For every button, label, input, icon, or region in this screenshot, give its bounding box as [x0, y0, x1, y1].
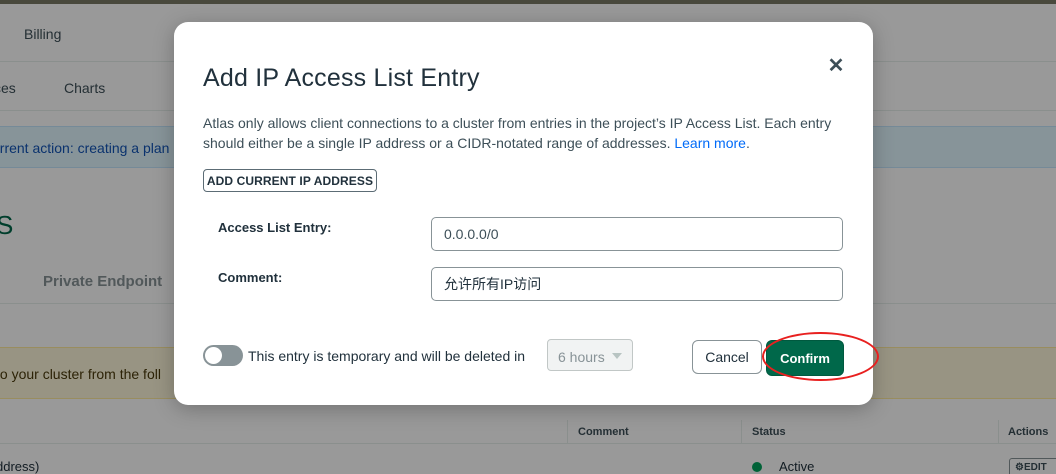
add-current-ip-button[interactable]: ADD CURRENT IP ADDRESS	[203, 169, 377, 192]
cancel-button[interactable]: Cancel	[692, 340, 762, 374]
annotation-circle	[762, 332, 879, 381]
modal-description: Atlas only allows client connections to …	[203, 113, 843, 153]
duration-value: 6 hours	[558, 349, 605, 365]
access-list-entry-label: Access List Entry:	[218, 220, 332, 235]
comment-input[interactable]	[431, 267, 843, 301]
modal-title: Add IP Access List Entry	[203, 64, 480, 92]
duration-select[interactable]: 6 hours	[547, 339, 633, 371]
comment-label: Comment:	[218, 270, 283, 285]
temporary-entry-text: This entry is temporary and will be dele…	[248, 348, 526, 364]
learn-more-link[interactable]: Learn more	[674, 135, 746, 151]
toggle-knob	[205, 347, 222, 364]
close-icon[interactable]: ✕	[826, 56, 846, 76]
temporary-entry-toggle[interactable]	[203, 345, 243, 366]
chevron-down-icon	[612, 353, 622, 359]
access-list-entry-input[interactable]	[431, 217, 843, 251]
description-period: .	[745, 135, 750, 151]
